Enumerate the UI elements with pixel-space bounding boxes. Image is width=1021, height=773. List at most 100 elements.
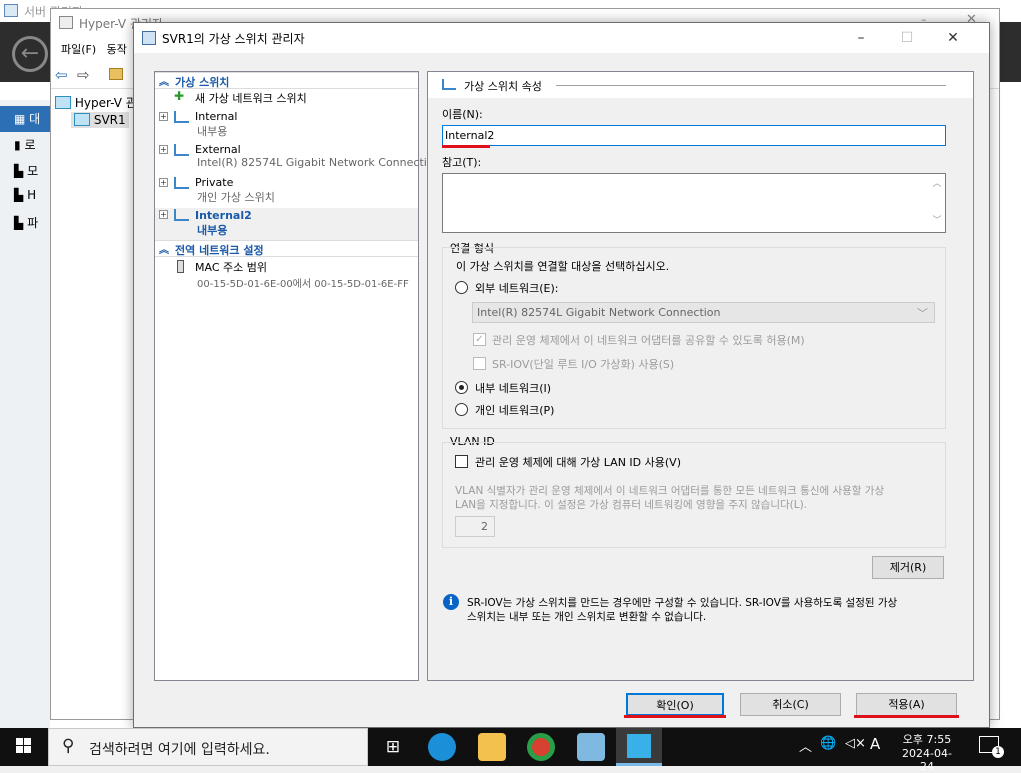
network-icon[interactable]: 🌐 xyxy=(820,736,836,751)
servers-icon: ▙ xyxy=(14,164,24,178)
close-button[interactable]: ✕ xyxy=(930,23,976,53)
tray-overflow-icon[interactable]: ︿ xyxy=(799,736,812,755)
network-switch-icon xyxy=(174,111,189,123)
volume-muted-icon[interactable]: ◁× xyxy=(845,736,866,751)
private-network-radio[interactable] xyxy=(455,403,468,416)
search-icon: ⚲ xyxy=(62,736,75,756)
new-virtual-switch-item[interactable]: ✚ 새 가상 네트워크 스위치 xyxy=(155,90,418,108)
chevron-down-icon: ﹀ xyxy=(917,307,928,320)
internal-network-radio[interactable] xyxy=(455,381,468,394)
switch-list-pane: ︽ 가상 스위치 ✚ 새 가상 네트워크 스위치 + Internal 내부용 +… xyxy=(154,71,441,681)
switch-item-internal[interactable]: + Internal 내부용 xyxy=(155,110,418,142)
sriov-label: SR-IOV(단일 루트 I/O 가상화) 사용(S) xyxy=(492,358,675,371)
file-explorer-icon[interactable] xyxy=(478,733,506,761)
clock-date: 2024-04-24 xyxy=(902,747,952,773)
internal-network-label: 내부 네트워크(I) xyxy=(475,382,552,395)
windows-start-icon[interactable] xyxy=(16,738,32,754)
server-manager-taskbar-icon[interactable] xyxy=(577,733,605,761)
ok-underline-annotation xyxy=(624,715,726,718)
info-icon: i xyxy=(443,594,459,610)
header-rule xyxy=(556,85,946,86)
collapse-chevron-icon: ︽ xyxy=(159,245,169,256)
external-network-label: 외부 네트워크(E): xyxy=(475,282,559,295)
expand-plus-icon[interactable]: + xyxy=(159,112,168,121)
section-global-network[interactable]: ︽ 전역 네트워크 설정 xyxy=(155,240,418,257)
task-view-icon[interactable]: ⊞ xyxy=(379,733,407,761)
network-switch-icon xyxy=(174,144,189,156)
ok-button[interactable]: 확인(O) xyxy=(626,693,724,716)
nav-item-hyperv[interactable]: ▙ H xyxy=(0,184,50,210)
switch-item-internal2[interactable]: + Internal2 내부용 xyxy=(155,208,418,240)
nav-item-local[interactable]: ▮ 로 xyxy=(0,132,50,158)
vlan-enable-label: 관리 운영 체제에 대해 가상 LAN ID 사용(V) xyxy=(475,456,681,469)
notification-count-badge: 1 xyxy=(992,746,1004,758)
vlan-id-input: 2 xyxy=(455,516,495,537)
mac-range-item[interactable]: MAC 주소 범위 00-15-5D-01-6E-00에서 00-15-5D-0… xyxy=(155,259,418,291)
name-underline-annotation xyxy=(442,145,490,148)
vlan-description-line1: VLAN 식별자가 관리 운영 체제에서 이 네트워크 어댑터를 통한 모든 네… xyxy=(455,485,885,497)
dashboard-icon: ▦ xyxy=(14,112,26,126)
menu-file[interactable]: 파일(F) xyxy=(61,43,96,56)
scroll-down-icon[interactable]: ﹀ xyxy=(929,213,945,226)
apply-underline-annotation xyxy=(854,715,959,718)
tree-item-hyperv[interactable]: Hyper-V 관 xyxy=(55,94,137,111)
switch-name-input[interactable] xyxy=(442,125,946,146)
sriov-info-line2: 스위치는 내부 또는 개인 스위치로 변환할 수 없습니다. xyxy=(467,611,707,623)
mac-address-icon xyxy=(177,260,184,273)
switch-manager-icon xyxy=(142,31,156,45)
connection-prompt: 이 가상 스위치를 연결할 대상을 선택하십시오. xyxy=(456,260,670,273)
network-switch-icon xyxy=(174,209,189,221)
server-manager-icon xyxy=(4,4,18,17)
edge-icon[interactable] xyxy=(428,733,456,761)
sriov-checkbox xyxy=(473,357,486,370)
share-os-label: 관리 운영 체제에서 이 네트워크 어댑터를 공유할 수 있도록 허용(M) xyxy=(492,334,805,347)
server-icon: ▮ xyxy=(14,138,21,152)
cancel-button[interactable]: 취소(C) xyxy=(740,693,841,716)
server-manager-nav: ▦ 대 ▮ 로 ▙ 모 ▙ H ▙ 파 xyxy=(0,100,50,728)
sriov-info-line1: SR-IOV는 가상 스위치를 만드는 경우에만 구성할 수 있습니다. SR-… xyxy=(467,597,898,609)
expand-plus-icon[interactable]: + xyxy=(159,145,168,154)
forward-icon[interactable]: ⇨ xyxy=(77,66,90,84)
private-network-label: 개인 네트워크(P) xyxy=(475,404,555,417)
note-label: 참고(T): xyxy=(442,156,482,169)
scroll-up-icon[interactable]: ︿ xyxy=(929,176,945,189)
tree-item-svr1[interactable]: SVR1 xyxy=(71,112,129,128)
back-icon[interactable]: ⇦ xyxy=(55,66,68,84)
menu-action[interactable]: 동작 xyxy=(107,43,127,56)
apply-button[interactable]: 적용(A) xyxy=(856,693,957,716)
vlan-enable-checkbox[interactable] xyxy=(455,455,468,468)
chrome-icon[interactable] xyxy=(527,733,555,761)
expand-plus-icon[interactable]: + xyxy=(159,178,168,187)
clock[interactable]: 오후 7:55 2024-04-24 xyxy=(897,731,957,773)
expand-plus-icon[interactable]: + xyxy=(159,210,168,219)
hyperv-taskbar-button[interactable] xyxy=(616,728,662,766)
hyperv-manager-icon xyxy=(55,96,71,109)
switch-item-private[interactable]: + Private 개인 가상 스위치 xyxy=(155,176,418,208)
note-scrollbar[interactable]: ︿ ﹀ xyxy=(929,174,945,232)
nav-item-dashboard[interactable]: ▦ 대 xyxy=(0,106,50,132)
hyperv-icon xyxy=(627,734,651,758)
folder-up-icon[interactable] xyxy=(109,68,123,80)
taskbar-search-box[interactable]: 검색하려면 여기에 입력하세요. xyxy=(48,728,368,766)
name-label: 이름(N): xyxy=(442,108,483,121)
collapse-chevron-icon: ︽ xyxy=(159,77,169,88)
ime-indicator[interactable]: A xyxy=(870,735,880,753)
adapter-select: Intel(R) 82574L Gigabit Network Connecti… xyxy=(472,302,935,323)
external-network-radio[interactable] xyxy=(455,281,468,294)
hyperv-tree: Hyper-V 관 SVR1 xyxy=(51,91,137,721)
switch-properties-pane: 가상 스위치 속성 이름(N): 참고(T): ︿﹀ 연결 형식 이 가상 스위… xyxy=(427,71,974,681)
nav-item-all[interactable]: ▙ 모 xyxy=(0,158,50,184)
back-arrow-icon[interactable]: ← xyxy=(12,36,48,72)
nav-item-files[interactable]: ▙ 파 xyxy=(0,210,50,236)
add-switch-icon: ✚ xyxy=(174,89,185,103)
network-switch-icon xyxy=(442,79,456,90)
virtual-switch-manager-dialog: SVR1의 가상 스위치 관리자 – ☐ ✕ ︽ 가상 스위치 ✚ 새 가상 네트… xyxy=(133,22,990,728)
minimize-button[interactable]: – xyxy=(838,23,884,53)
hyperv-icon: ▙ xyxy=(14,188,24,202)
clock-time: 오후 7:55 xyxy=(902,733,952,746)
properties-header: 가상 스위치 속성 xyxy=(428,72,973,98)
section-virtual-switches[interactable]: ︽ 가상 스위치 xyxy=(155,72,418,89)
remove-button[interactable]: 제거(R) xyxy=(872,556,944,579)
switch-item-external[interactable]: + External Intel(R) 82574L Gigabit Netwo… xyxy=(155,143,441,175)
note-textarea[interactable]: ︿ ﹀ xyxy=(442,173,946,233)
